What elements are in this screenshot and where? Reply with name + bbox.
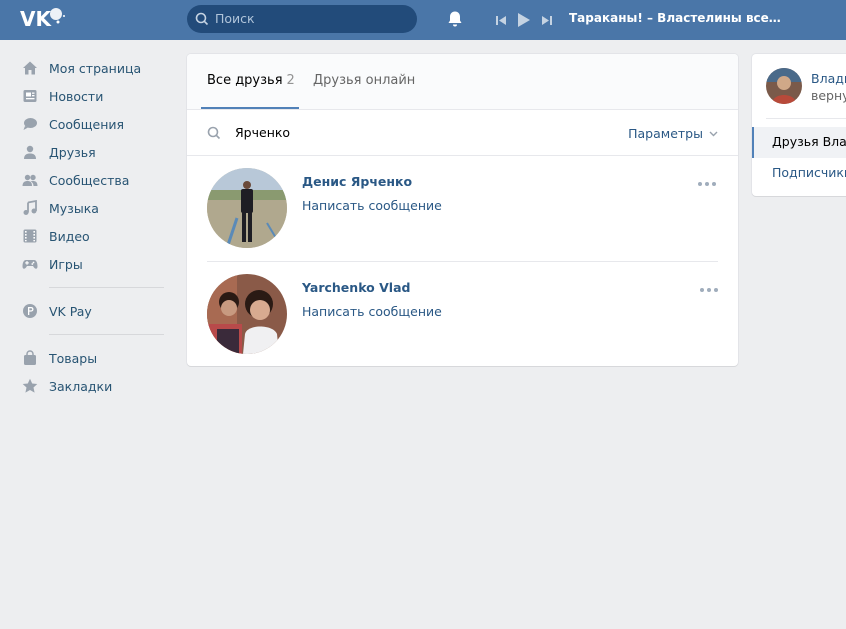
friends-tabs: Все друзья 2 Друзья онлайн: [187, 54, 738, 110]
next-track-icon[interactable]: [541, 15, 552, 26]
write-message-link[interactable]: Написать сообщение: [302, 198, 442, 213]
news-icon: [22, 88, 38, 104]
notifications-bell-icon[interactable]: [446, 10, 464, 31]
search-placeholder: Поиск: [215, 11, 255, 26]
parameters-label: Параметры: [628, 126, 703, 141]
communities-icon: [22, 172, 38, 188]
right-menu-item-friends[interactable]: Друзья Влад: [752, 127, 846, 158]
avatar[interactable]: [207, 274, 287, 354]
sidebar-item-friends[interactable]: Друзья: [0, 138, 180, 166]
sidebar-item-label: Закладки: [49, 378, 113, 394]
sidebar-item-communities[interactable]: Сообщества: [0, 166, 180, 194]
left-sidebar: Моя страница Новости Сообщения Друзья Со…: [0, 54, 180, 400]
tab-label: Все друзья: [207, 73, 283, 88]
more-options-icon[interactable]: [695, 182, 716, 186]
sidebar-item-label: Товары: [49, 350, 98, 366]
home-icon: [22, 60, 38, 76]
sidebar-item-label: Игры: [49, 256, 83, 272]
friend-row: Денис Ярченко Написать сообщение: [187, 156, 738, 261]
sidebar-divider: [49, 287, 164, 288]
tab-all-friends[interactable]: Все друзья 2: [207, 73, 295, 88]
search-box[interactable]: Поиск: [187, 5, 417, 33]
friends-search-input[interactable]: Ярченко: [235, 125, 290, 140]
active-tab-indicator: [201, 107, 299, 109]
avatar[interactable]: [766, 68, 802, 104]
sidebar-item-games[interactable]: Игры: [0, 250, 180, 278]
video-icon: [22, 228, 38, 244]
sidebar-item-label: Музыка: [49, 200, 99, 216]
friends-card: Все друзья 2 Друзья онлайн Ярченко Параме…: [187, 54, 738, 366]
play-icon[interactable]: [517, 12, 531, 28]
vkpay-icon: [22, 303, 38, 319]
friend-name-link[interactable]: Yarchenko Vlad: [302, 280, 410, 295]
sidebar-item-bookmarks[interactable]: Закладки: [0, 372, 180, 400]
more-options-icon[interactable]: [697, 288, 718, 292]
top-header: VK Поиск Тараканы! – Властелины вселенн.…: [0, 0, 846, 40]
star-icon: [22, 378, 38, 394]
friend-row: Yarchenko Vlad Написать сообщение: [207, 261, 718, 366]
messages-icon: [22, 116, 38, 132]
sidebar-divider: [49, 334, 164, 335]
menu-item-label: Друзья Влад: [772, 134, 846, 149]
friends-count: 2: [286, 73, 295, 88]
sidebar-item-goods[interactable]: Товары: [0, 344, 180, 372]
profile-subtitle: верну: [811, 88, 846, 103]
sidebar-item-messages[interactable]: Сообщения: [0, 110, 180, 138]
sidebar-item-label: Сообщения: [49, 116, 125, 132]
sidebar-item-my-page[interactable]: Моя страница: [0, 54, 180, 82]
vk-logo[interactable]: VK: [20, 6, 66, 32]
music-icon: [22, 200, 38, 216]
profile-name-link[interactable]: Влади: [811, 71, 846, 86]
write-message-link[interactable]: Написать сообщение: [302, 304, 442, 319]
friends-search-bar: Ярченко Параметры: [187, 110, 738, 156]
avatar[interactable]: [207, 168, 287, 248]
search-icon: [207, 126, 221, 143]
now-playing-title[interactable]: Тараканы! – Властелины вселенн...: [569, 11, 789, 25]
tab-friends-online[interactable]: Друзья онлайн: [313, 73, 415, 88]
sidebar-item-label: Видео: [49, 228, 90, 244]
sidebar-item-news[interactable]: Новости: [0, 82, 180, 110]
games-icon: [22, 256, 38, 272]
friend-name-link[interactable]: Денис Ярченко: [302, 174, 412, 189]
chevron-down-icon: [709, 131, 718, 136]
svg-text:VK: VK: [20, 7, 52, 31]
right-menu-item-followers[interactable]: Подписчики: [772, 165, 846, 180]
previous-track-icon[interactable]: [496, 15, 507, 26]
right-panel: Влади верну Друзья Влад Подписчики: [752, 54, 846, 196]
sidebar-item-label: Моя страница: [49, 60, 142, 76]
sidebar-item-video[interactable]: Видео: [0, 222, 180, 250]
audio-player-controls: [496, 11, 562, 29]
sidebar-item-label: Сообщества: [49, 172, 130, 188]
shopping-bag-icon: [22, 350, 38, 366]
sidebar-item-vk-pay[interactable]: VK Pay: [0, 297, 180, 325]
search-icon: [195, 12, 209, 29]
search-parameters-toggle[interactable]: Параметры: [628, 126, 718, 141]
sidebar-item-label: Друзья: [49, 144, 96, 160]
sidebar-item-label: Новости: [49, 88, 104, 104]
sidebar-item-label: VK Pay: [49, 303, 92, 319]
friends-icon: [22, 144, 38, 160]
divider: [766, 118, 846, 119]
sidebar-item-music[interactable]: Музыка: [0, 194, 180, 222]
